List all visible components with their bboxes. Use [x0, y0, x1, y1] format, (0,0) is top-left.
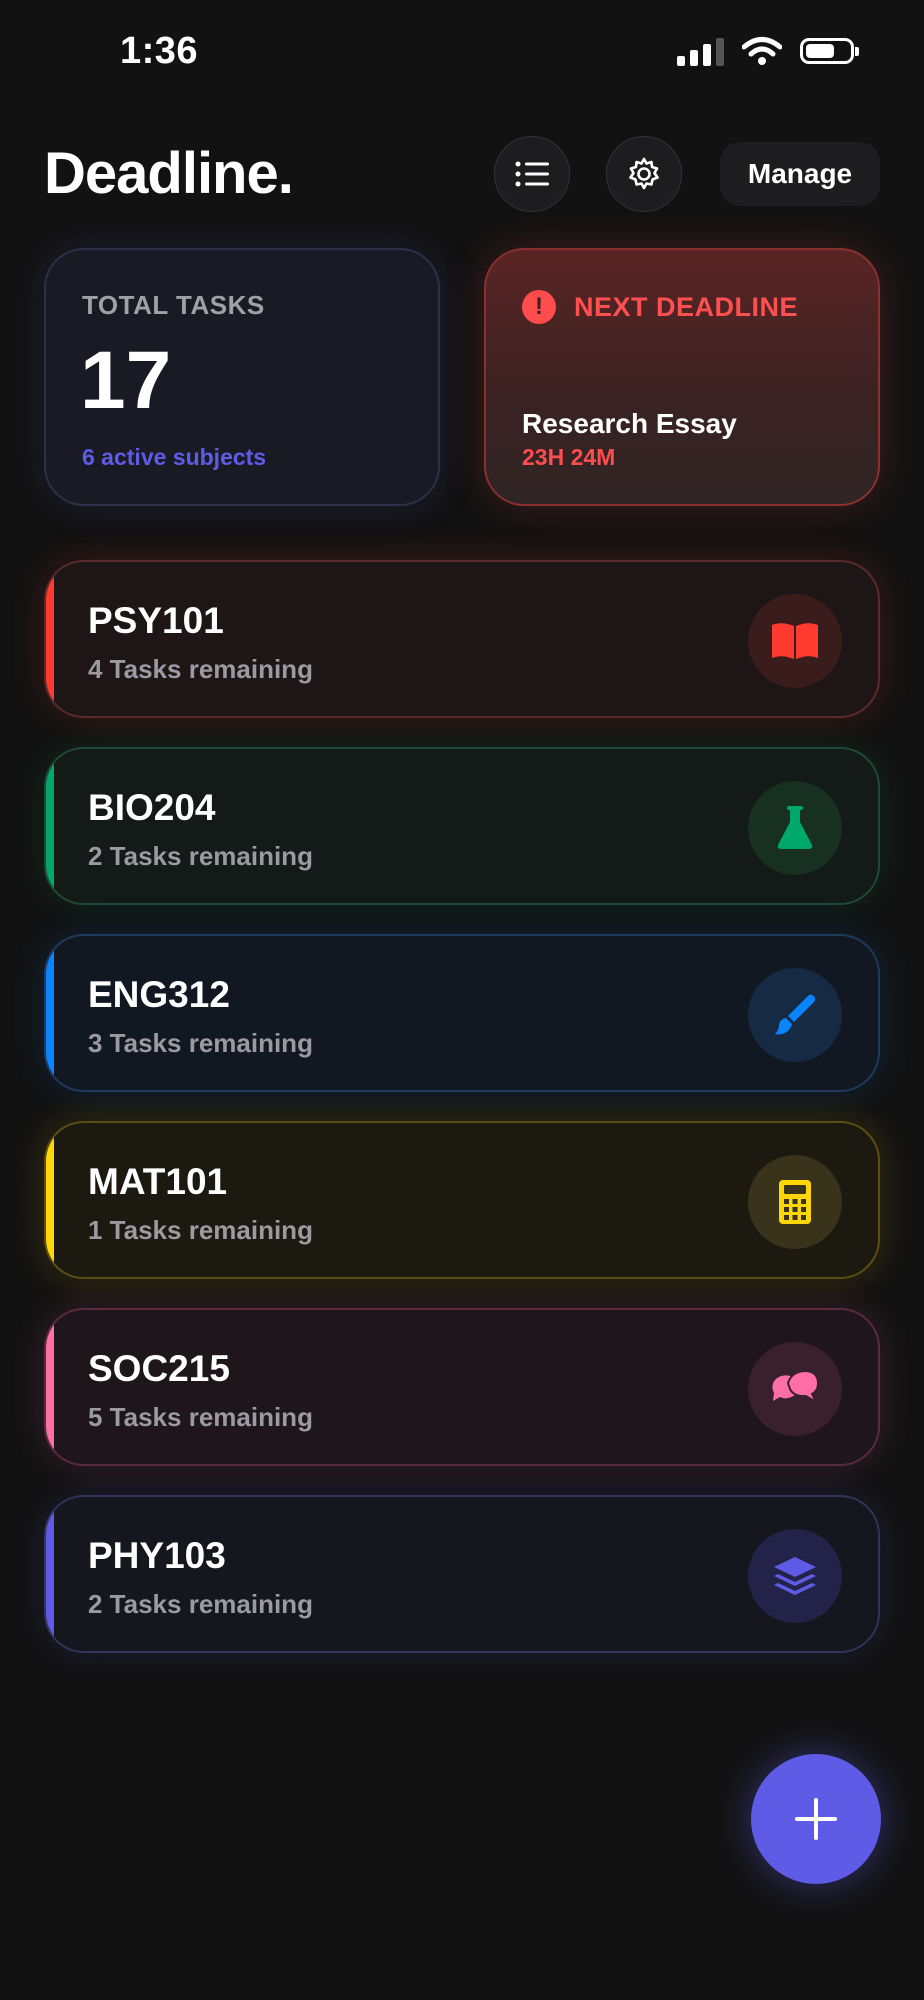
- subject-card-soc215[interactable]: SOC215 5 Tasks remaining: [44, 1308, 880, 1466]
- battery-icon: [800, 38, 859, 64]
- next-deadline-card[interactable]: ! NEXT DEADLINE Research Essay 23H 24M: [484, 248, 880, 506]
- layers-icon: [748, 1529, 842, 1623]
- gear-icon: [629, 157, 659, 190]
- subject-accent-bar: [46, 1310, 54, 1464]
- next-deadline-countdown: 23H 24M: [522, 444, 616, 470]
- subject-remaining: 2 Tasks remaining: [88, 1589, 313, 1619]
- subject-card-bio204[interactable]: BIO204 2 Tasks remaining: [44, 747, 880, 905]
- subject-accent-bar: [46, 1497, 54, 1651]
- subject-card-mat101[interactable]: MAT101 1 Tasks remaining: [44, 1121, 880, 1279]
- subject-code: PSY101: [88, 600, 224, 641]
- subject-remaining: 2 Tasks remaining: [88, 841, 313, 871]
- subject-remaining: 5 Tasks remaining: [88, 1402, 313, 1432]
- chat-bubbles-icon: [748, 1342, 842, 1436]
- total-tasks-label: TOTAL TASKS: [82, 290, 265, 320]
- next-deadline-label: NEXT DEADLINE: [574, 291, 799, 322]
- subject-accent-bar: [46, 936, 54, 1090]
- list-icon: [515, 161, 549, 187]
- subject-code: MAT101: [88, 1161, 228, 1202]
- alert-icon: !: [522, 290, 556, 324]
- flask-icon: [748, 781, 842, 875]
- manage-button[interactable]: Manage: [720, 142, 880, 206]
- brush-icon: [748, 968, 842, 1062]
- cellular-signal-icon: [677, 36, 724, 66]
- active-subjects-count: 6 active subjects: [82, 444, 267, 470]
- subject-card-phy103[interactable]: PHY103 2 Tasks remaining: [44, 1495, 880, 1653]
- status-time: 1:36: [120, 30, 199, 72]
- total-tasks-card: TOTAL TASKS 17 6 active subjects: [44, 248, 440, 506]
- plus-icon: [795, 1798, 837, 1840]
- status-icons: [677, 36, 859, 66]
- subject-remaining: 3 Tasks remaining: [88, 1028, 313, 1058]
- subject-code: SOC215: [88, 1348, 230, 1389]
- status-bar: 1:36: [0, 0, 924, 110]
- list-view-button[interactable]: [494, 136, 570, 212]
- subject-accent-bar: [46, 1123, 54, 1277]
- next-deadline-header: ! NEXT DEADLINE: [522, 290, 798, 324]
- subject-remaining: 1 Tasks remaining: [88, 1215, 313, 1245]
- book-icon: [748, 594, 842, 688]
- settings-button[interactable]: [606, 136, 682, 212]
- subject-accent-bar: [46, 562, 54, 716]
- subject-code: ENG312: [88, 974, 230, 1015]
- wifi-icon: [742, 37, 782, 65]
- subject-accent-bar: [46, 749, 54, 903]
- subject-card-eng312[interactable]: ENG312 3 Tasks remaining: [44, 934, 880, 1092]
- next-deadline-title: Research Essay: [522, 408, 737, 439]
- app-title: Deadline.: [44, 141, 294, 206]
- calculator-icon: [748, 1155, 842, 1249]
- total-tasks-value: 17: [80, 335, 172, 426]
- subject-remaining: 4 Tasks remaining: [88, 654, 313, 684]
- subject-code: BIO204: [88, 787, 216, 828]
- add-task-button[interactable]: [751, 1754, 881, 1884]
- subject-code: PHY103: [88, 1535, 226, 1576]
- subject-card-psy101[interactable]: PSY101 4 Tasks remaining: [44, 560, 880, 718]
